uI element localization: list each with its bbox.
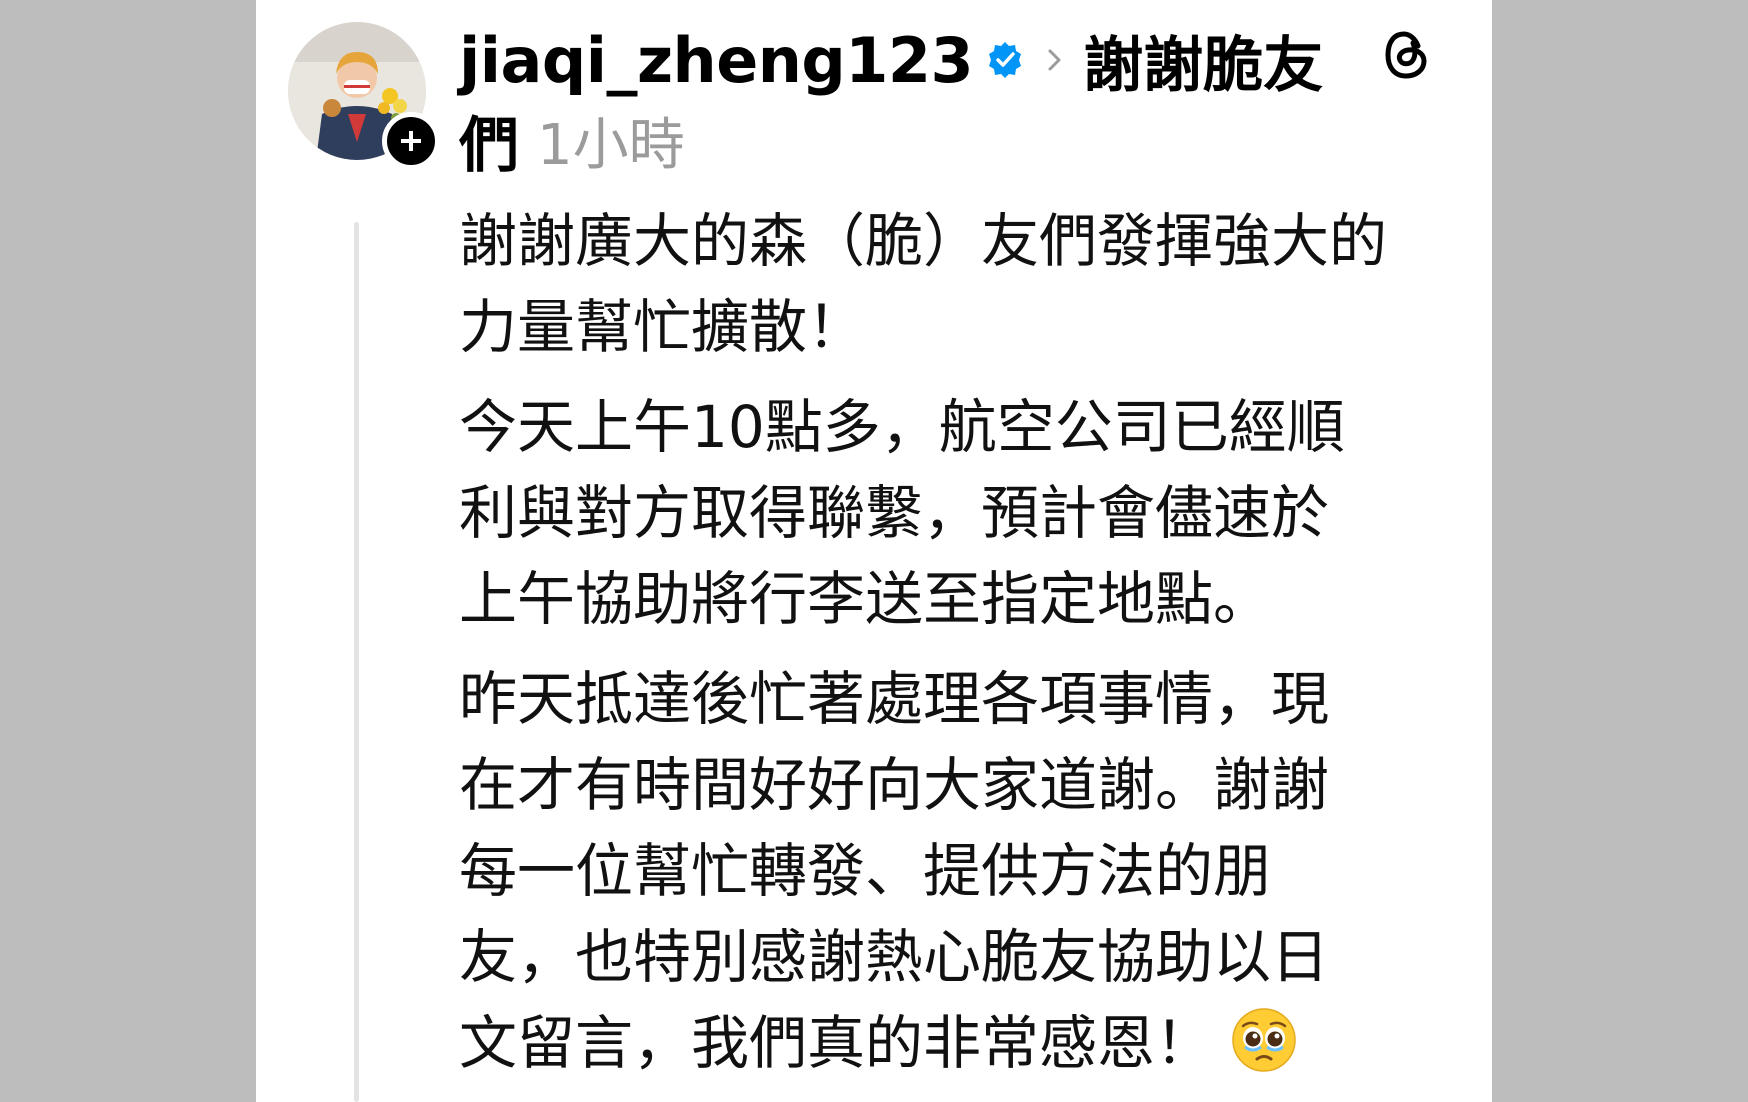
text-line: 今天上午10點多，航空公司已經順 <box>459 393 1345 461</box>
text-line: 謝謝廣大的森（脆）友們發揮強大的 <box>459 207 1388 275</box>
text-line: 上午協助將行李送至指定地點。 <box>459 565 1272 633</box>
plus-icon <box>401 131 421 151</box>
username[interactable]: jiaqi_zheng123 <box>459 24 974 97</box>
post-paragraph-1: 謝謝廣大的森（脆）友們發揮強大的 力量幫忙擴散！ <box>459 198 1449 370</box>
text-line-last: 文留言，我們真的非常感恩！ <box>459 1000 1449 1086</box>
post-header: jiaqi_zheng123 謝謝脆友 <box>459 22 1323 101</box>
post-paragraph-3: 昨天抵達後忙著處理各項事情，現 在才有時間好好向大家道謝。謝謝 每一位幫忙轉發、… <box>459 656 1449 1086</box>
thread-connector-line <box>354 222 359 1102</box>
post-paragraph-2: 今天上午10點多，航空公司已經順 利與對方取得聯繫，預計會儘速於 上午協助將行李… <box>459 384 1449 642</box>
post-header-line2: 們 1小時 <box>459 102 685 181</box>
threads-logo-icon[interactable] <box>1382 28 1432 82</box>
topic-tag[interactable]: 謝謝脆友 <box>1083 17 1323 104</box>
follow-button[interactable] <box>382 112 440 170</box>
verified-badge-icon <box>985 40 1025 80</box>
avatar-container <box>288 22 440 170</box>
text-line: 每一位幫忙轉發、提供方法的朋 <box>459 837 1272 905</box>
text-line: 利與對方取得聯繫，預計會儘速於 <box>459 479 1330 547</box>
post-timestamp: 1小時 <box>537 112 685 178</box>
post-body: 謝謝廣大的森（脆）友們發揮強大的 力量幫忙擴散！ 今天上午10點多，航空公司已經… <box>459 198 1449 1100</box>
text-line: 文留言，我們真的非常感恩！ <box>459 1009 1214 1077</box>
screenshot-stage: jiaqi_zheng123 謝謝脆友 們 1小時 謝謝廣大的森（脆）友們發揮強… <box>0 0 1748 1102</box>
chevron-right-icon <box>1045 43 1065 77</box>
text-line: 昨天抵達後忙著處理各項事情，現 <box>459 665 1330 733</box>
text-line: 力量幫忙擴散！ <box>459 293 866 361</box>
text-line: 在才有時間好好向大家道謝。謝謝 <box>459 751 1330 819</box>
post-card: jiaqi_zheng123 謝謝脆友 們 1小時 謝謝廣大的森（脆）友們發揮強… <box>256 0 1492 1102</box>
pleading-face-emoji <box>1231 1007 1297 1073</box>
text-line: 友，也特別感謝熱心脆友協助以日 <box>459 923 1330 991</box>
topic-tag-continued[interactable]: 們 <box>459 97 519 184</box>
